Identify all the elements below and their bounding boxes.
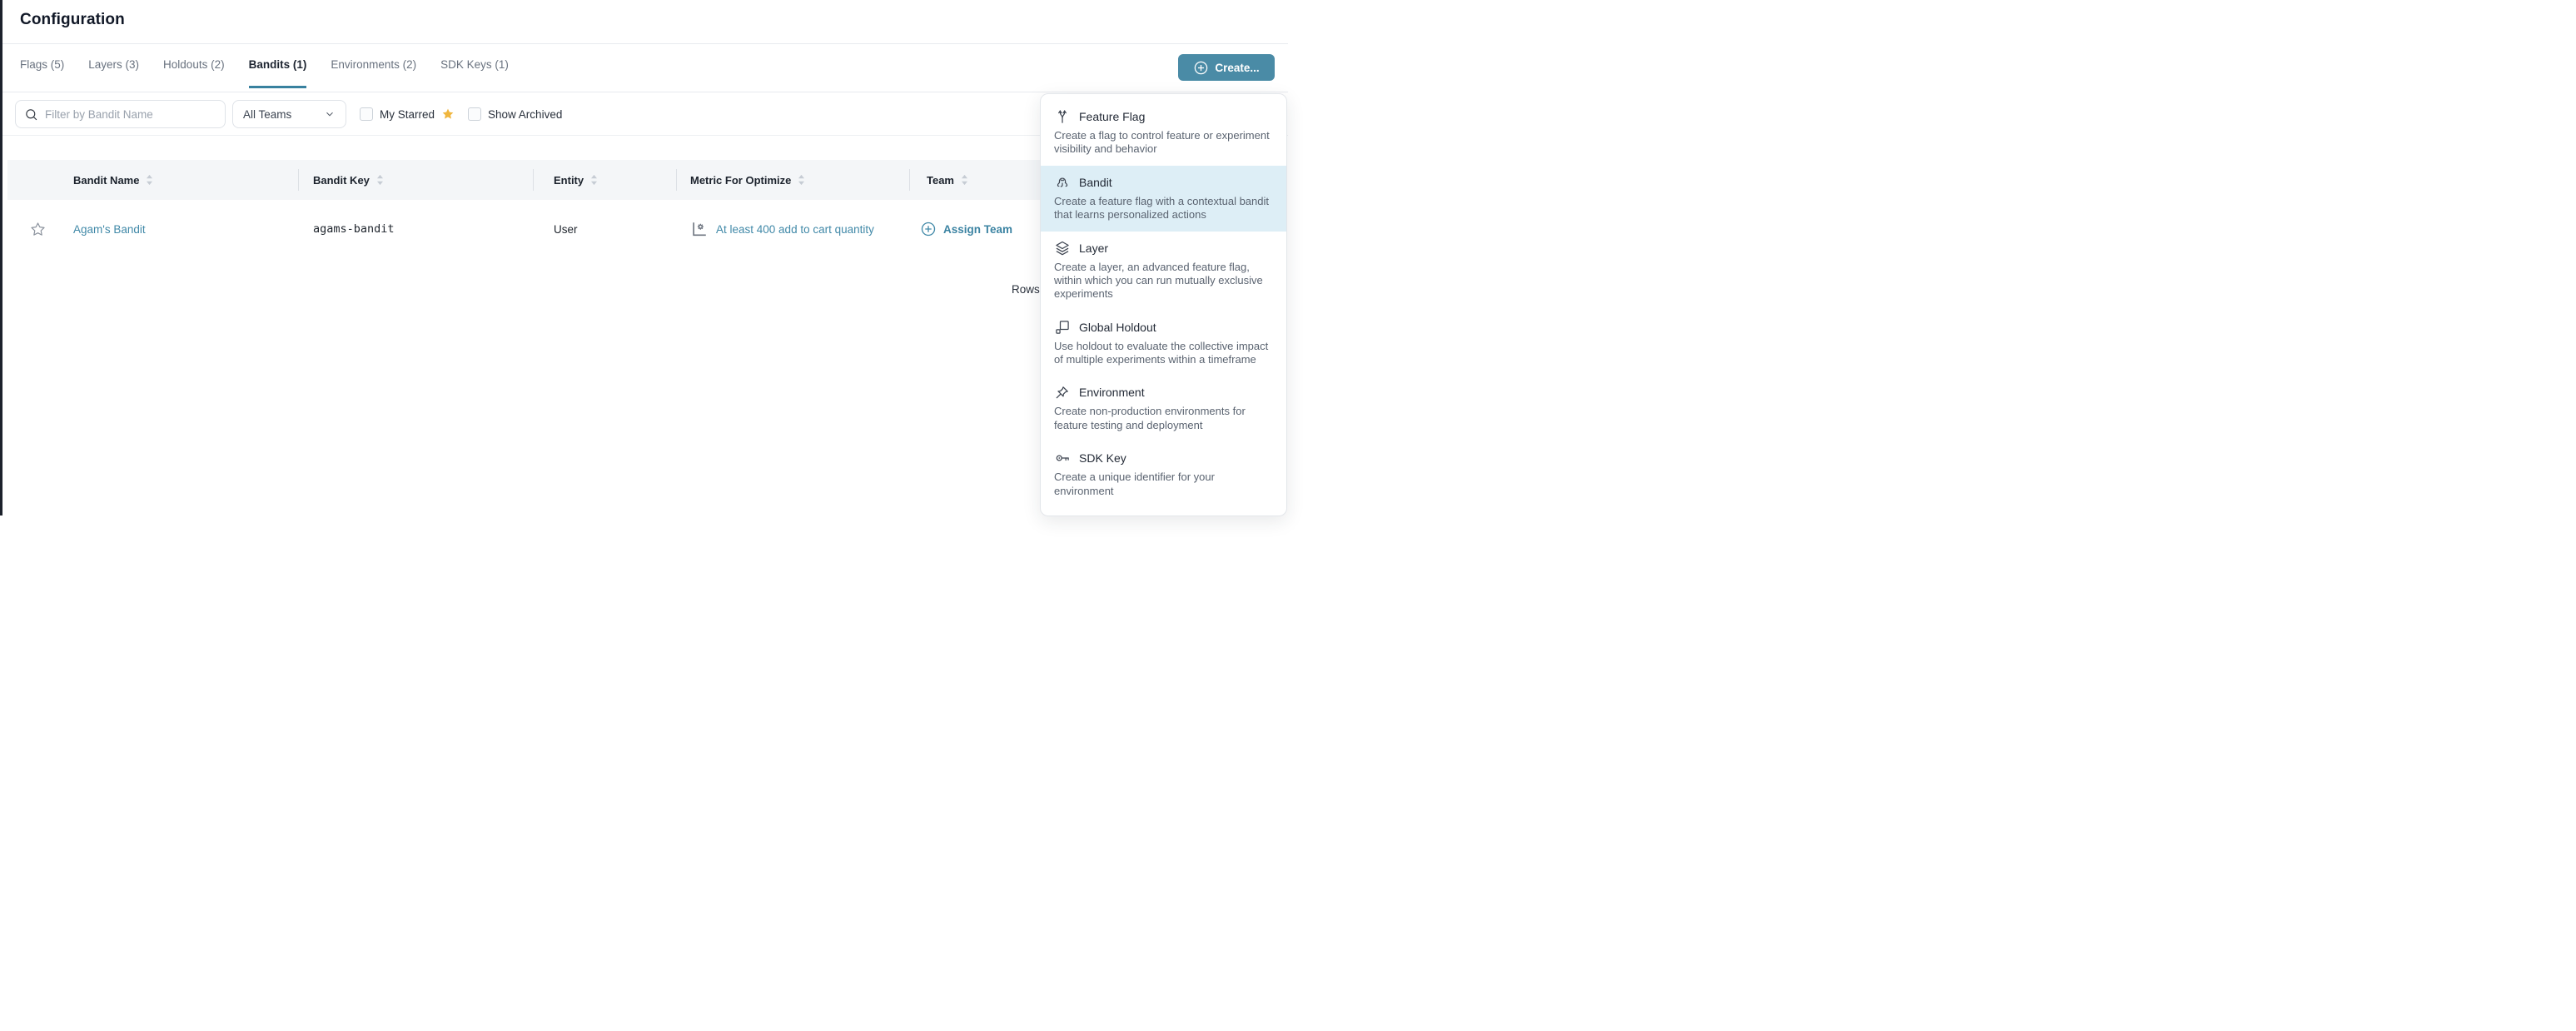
tab-bandits[interactable]: Bandits (1) — [249, 58, 307, 88]
menu-item-label: Layer — [1079, 242, 1108, 255]
column-separator — [533, 169, 534, 191]
column-separator — [909, 169, 910, 191]
bandit-key-cell: agams-bandit — [313, 200, 395, 258]
layer-icon — [1054, 240, 1071, 257]
filter-toolbar: All Teams My Starred Show Archived — [15, 100, 562, 128]
metric-axis-gear-icon — [690, 220, 709, 238]
feature-flag-icon — [1054, 108, 1071, 125]
create-menu: Feature Flag Create a flag to control fe… — [1040, 93, 1287, 516]
sort-icon[interactable] — [376, 174, 384, 186]
bandit-icon — [1054, 174, 1071, 191]
sort-icon[interactable] — [961, 174, 968, 186]
column-header-bandit-name[interactable]: Bandit Name — [73, 160, 153, 200]
menu-item-bandit[interactable]: Bandit Create a feature flag with a cont… — [1041, 166, 1286, 232]
chevron-down-icon — [324, 108, 336, 120]
menu-item-description: Create a flag to control feature or expe… — [1054, 129, 1276, 157]
menu-item-environment[interactable]: Environment Create non-production enviro… — [1041, 376, 1286, 441]
page-title: Configuration — [20, 11, 125, 29]
menu-item-description: Use holdout to evaluate the collective i… — [1054, 340, 1276, 367]
menu-item-label: Environment — [1079, 386, 1145, 399]
search-input-wrapper — [15, 100, 226, 128]
create-button-label: Create... — [1215, 62, 1259, 74]
metric-link[interactable]: At least 400 add to cart quantity — [716, 223, 874, 236]
sort-icon[interactable] — [798, 174, 805, 186]
entity-cell: User — [554, 200, 578, 258]
global-holdout-icon — [1054, 319, 1071, 336]
column-separator — [676, 169, 677, 191]
show-archived-filter[interactable]: Show Archived — [468, 107, 562, 121]
tab-sdk-keys[interactable]: SDK Keys (1) — [440, 58, 509, 88]
menu-item-description: Create a unique identifier for your envi… — [1054, 471, 1276, 498]
my-starred-label: My Starred — [380, 108, 435, 121]
column-separator — [298, 169, 299, 191]
tab-environments[interactable]: Environments (2) — [331, 58, 416, 88]
plus-circle-icon — [1193, 60, 1209, 76]
star-filled-icon — [441, 107, 455, 121]
title-divider — [2, 43, 1288, 44]
star-toggle[interactable] — [30, 200, 46, 258]
column-header-bandit-key[interactable]: Bandit Key — [313, 160, 384, 200]
menu-item-description: Create a layer, an advanced feature flag… — [1054, 261, 1276, 301]
column-header-entity[interactable]: Entity — [554, 160, 598, 200]
menu-item-global-holdout[interactable]: Global Holdout Use holdout to evaluate t… — [1041, 311, 1286, 376]
environment-pin-icon — [1054, 384, 1071, 401]
sdk-key-icon — [1054, 450, 1071, 466]
bandit-name-link[interactable]: Agam's Bandit — [73, 223, 146, 236]
bandit-name-filter-input[interactable] — [45, 108, 216, 121]
star-outline-icon — [30, 222, 46, 237]
menu-item-label: Global Holdout — [1079, 321, 1156, 334]
my-starred-filter[interactable]: My Starred — [360, 107, 455, 121]
my-starred-checkbox[interactable] — [360, 107, 373, 121]
show-archived-checkbox[interactable] — [468, 107, 481, 121]
create-button[interactable]: Create... — [1178, 54, 1275, 81]
teams-filter-value: All Teams — [243, 108, 291, 121]
tab-bar: Flags (5) Layers (3) Holdouts (2) Bandit… — [20, 58, 509, 88]
assign-team-label: Assign Team — [943, 223, 1012, 236]
bandit-name-cell: Agam's Bandit — [73, 200, 146, 258]
menu-item-layer[interactable]: Layer Create a layer, an advanced featur… — [1041, 232, 1286, 311]
search-icon — [24, 107, 38, 122]
assign-team-button[interactable]: Assign Team — [920, 221, 1012, 237]
menu-item-label: Bandit — [1079, 176, 1112, 189]
show-archived-label: Show Archived — [488, 108, 562, 121]
entity-value: User — [554, 223, 578, 236]
teams-filter-select[interactable]: All Teams — [232, 100, 346, 128]
rows-per-page-label: Rows — [1012, 283, 1040, 296]
menu-item-sdk-key[interactable]: SDK Key Create a unique identifier for y… — [1041, 441, 1286, 507]
column-header-metric[interactable]: Metric For Optimize — [690, 160, 805, 200]
menu-item-label: SDK Key — [1079, 451, 1126, 465]
tab-holdouts[interactable]: Holdouts (2) — [163, 58, 225, 88]
team-cell: Assign Team — [920, 200, 1012, 258]
menu-item-description: Create non-production environments for f… — [1054, 405, 1276, 432]
sidebar-edge — [0, 0, 2, 516]
column-header-team[interactable]: Team — [927, 160, 968, 200]
tab-flags[interactable]: Flags (5) — [20, 58, 64, 88]
bandit-key-value: agams-bandit — [313, 222, 395, 236]
sort-icon[interactable] — [590, 174, 598, 186]
menu-item-description: Create a feature flag with a contextual … — [1054, 195, 1276, 222]
tab-layers[interactable]: Layers (3) — [88, 58, 139, 88]
menu-item-feature-flag[interactable]: Feature Flag Create a flag to control fe… — [1041, 100, 1286, 166]
metric-cell: At least 400 add to cart quantity — [690, 200, 874, 258]
menu-item-label: Feature Flag — [1079, 110, 1145, 123]
plus-circle-icon — [920, 221, 937, 237]
sort-icon[interactable] — [146, 174, 153, 186]
